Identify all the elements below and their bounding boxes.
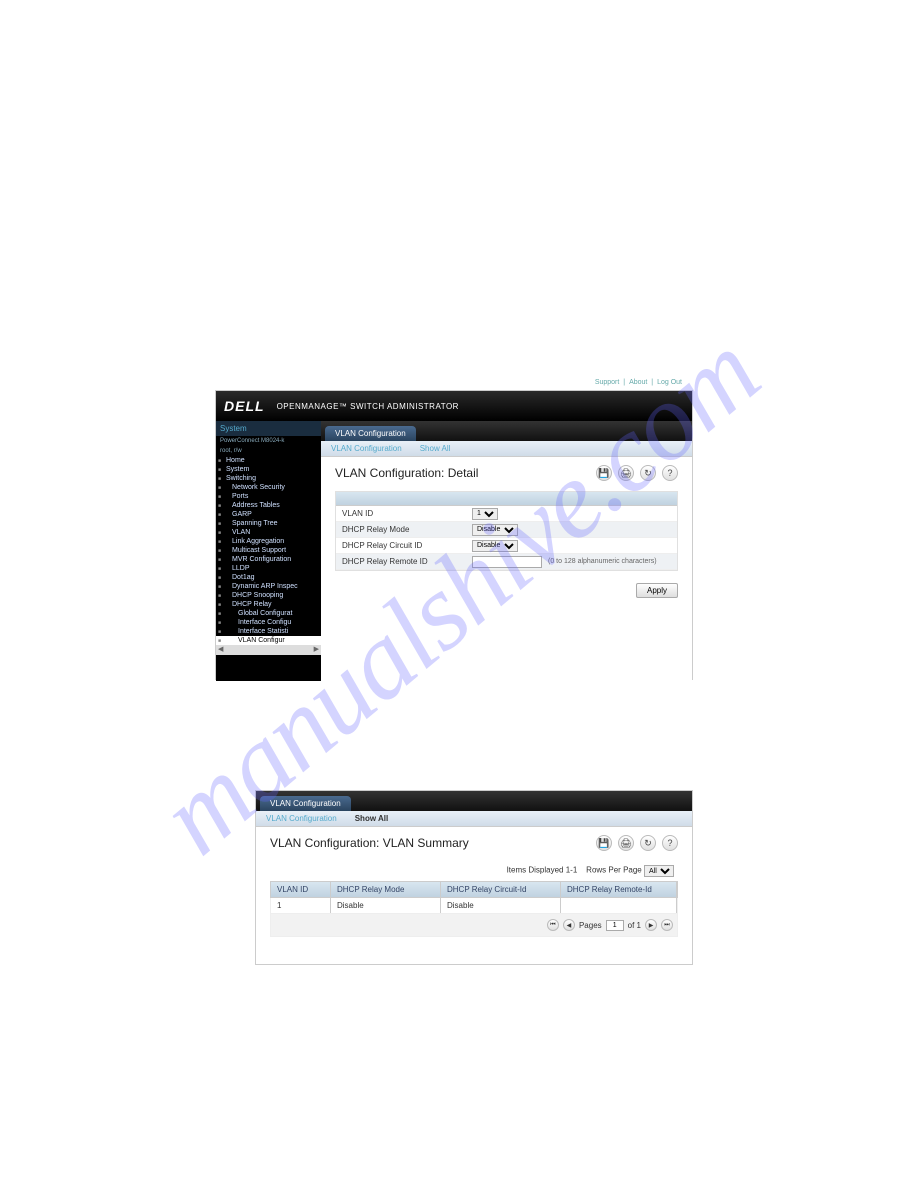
nav-dhcp-relay[interactable]: DHCP Relay <box>216 600 321 609</box>
nav-sidebar: System PowerConnect M8024-k root, r/w Ho… <box>216 421 321 681</box>
nav-switching[interactable]: Switching <box>216 474 321 483</box>
select-relay-mode[interactable]: Disable <box>472 524 518 536</box>
nav-home[interactable]: Home <box>216 456 321 465</box>
col-vlan-id[interactable]: VLAN ID <box>271 882 331 897</box>
form-header-bar <box>336 492 677 506</box>
top-bar: DELL OPENMANAGE™ SWITCH ADMINISTRATOR <box>216 391 692 421</box>
nav-network-security[interactable]: Network Security <box>216 483 321 492</box>
pager-prev-icon[interactable]: ◀ <box>563 919 575 931</box>
select-relay-circuit[interactable]: Disable <box>472 540 518 552</box>
nav-arp-inspect[interactable]: Dynamic ARP Inspec <box>216 582 321 591</box>
sidebar-user: root, r/w <box>216 446 321 456</box>
print-icon-2[interactable]: 🖨 <box>618 835 634 851</box>
label-relay-remote: DHCP Relay Remote ID <box>342 557 472 566</box>
nav-dhcp-snooping[interactable]: DHCP Snooping <box>216 591 321 600</box>
select-vlan-id[interactable]: 1 <box>472 508 498 520</box>
table-header: VLAN ID DHCP Relay Mode DHCP Relay Circu… <box>270 881 678 898</box>
pager: ⏮ ◀ Pages of 1 ▶ ⏭ <box>270 914 678 937</box>
brand-logo: DELL <box>224 398 265 414</box>
nav-multicast[interactable]: Multicast Support <box>216 546 321 555</box>
nav-garp[interactable]: GARP <box>216 510 321 519</box>
nav-global-config[interactable]: Global Configurat <box>216 609 321 618</box>
content-panel: VLAN Configuration VLAN Configuration Sh… <box>321 421 692 681</box>
cell-relay-remote <box>561 898 677 913</box>
nav-ports[interactable]: Ports <box>216 492 321 501</box>
screenshot-detail: Support | About | Log Out DELL OPENMANAG… <box>215 390 693 680</box>
app-title: OPENMANAGE™ SWITCH ADMINISTRATOR <box>277 402 459 411</box>
subtab-vlan-configuration[interactable]: VLAN Configuration <box>331 444 402 453</box>
input-relay-remote[interactable] <box>472 556 542 568</box>
items-displayed: Items Displayed 1-1 <box>507 866 578 875</box>
pager-next-icon[interactable]: ▶ <box>645 919 657 931</box>
nav-spanning-tree[interactable]: Spanning Tree <box>216 519 321 528</box>
table-info: Items Displayed 1-1 Rows Per Page All <box>270 861 678 881</box>
nav-dot1ag[interactable]: Dot1ag <box>216 573 321 582</box>
pager-last-icon[interactable]: ⏭ <box>661 919 673 931</box>
col-relay-mode[interactable]: DHCP Relay Mode <box>331 882 441 897</box>
about-link[interactable]: About <box>629 379 647 386</box>
nav-vlan-config[interactable]: VLAN Configur <box>216 636 321 645</box>
nav-link-agg[interactable]: Link Aggregation <box>216 537 321 546</box>
col-relay-circuit[interactable]: DHCP Relay Circuit-Id <box>441 882 561 897</box>
support-link[interactable]: Support <box>595 379 620 386</box>
refresh-icon[interactable]: ↻ <box>640 465 656 481</box>
pager-pages-label: Pages <box>579 921 602 930</box>
cell-relay-mode: Disable <box>331 898 441 913</box>
cell-relay-circuit: Disable <box>441 898 561 913</box>
help-icon-2[interactable]: ? <box>662 835 678 851</box>
hint-remote-id: (0 to 128 alphanumeric characters) <box>548 558 657 565</box>
screenshot-summary: VLAN Configuration VLAN Configuration Sh… <box>255 790 693 965</box>
col-relay-remote[interactable]: DHCP Relay Remote-Id <box>561 882 677 897</box>
save-icon-2[interactable]: 💾 <box>596 835 612 851</box>
sidebar-system-header: System <box>216 421 321 436</box>
pager-of-label: of 1 <box>628 921 641 930</box>
tab-vlan-configuration-2[interactable]: VLAN Configuration <box>260 796 351 811</box>
logout-link[interactable]: Log Out <box>657 379 682 386</box>
sidebar-device: PowerConnect M8024-k <box>216 436 321 446</box>
pager-first-icon[interactable]: ⏮ <box>547 919 559 931</box>
page-title-summary: VLAN Configuration: VLAN Summary <box>270 836 469 850</box>
nav-mvr[interactable]: MVR Configuration <box>216 555 321 564</box>
subtab-strip-2: VLAN Configuration Show All <box>256 811 692 827</box>
label-relay-mode: DHCP Relay Mode <box>342 525 472 534</box>
subtab-strip: VLAN Configuration Show All <box>321 441 692 457</box>
rows-per-page-label: Rows Per Page <box>586 866 642 875</box>
subtab-show-all-2[interactable]: Show All <box>355 814 388 823</box>
table-area: Items Displayed 1-1 Rows Per Page All VL… <box>270 861 678 937</box>
apply-button[interactable]: Apply <box>636 583 678 598</box>
toolbar: 💾 🖨 ↻ ? <box>596 465 678 481</box>
cell-vlan-id: 1 <box>271 898 331 913</box>
save-icon[interactable]: 💾 <box>596 465 612 481</box>
form-area: VLAN ID 1 DHCP Relay Mode Disable DHCP R… <box>335 491 678 571</box>
tab-strip-2: VLAN Configuration <box>256 791 692 811</box>
nav-interface-stats[interactable]: Interface Statisti <box>216 627 321 636</box>
tab-strip: VLAN Configuration <box>321 421 692 441</box>
subtab-vlan-configuration-2[interactable]: VLAN Configuration <box>266 814 337 823</box>
nav-interface-config[interactable]: Interface Configu <box>216 618 321 627</box>
toolbar-2: 💾 🖨 ↻ ? <box>596 835 678 851</box>
page-title: VLAN Configuration: Detail <box>335 466 478 480</box>
table-row: 1 Disable Disable <box>270 898 678 914</box>
nav-lldp[interactable]: LLDP <box>216 564 321 573</box>
nav-vlan[interactable]: VLAN <box>216 528 321 537</box>
nav-system[interactable]: System <box>216 465 321 474</box>
tab-vlan-configuration[interactable]: VLAN Configuration <box>325 426 416 441</box>
header-links: Support | About | Log Out <box>593 379 684 386</box>
label-relay-circuit: DHCP Relay Circuit ID <box>342 541 472 550</box>
print-icon[interactable]: 🖨 <box>618 465 634 481</box>
subtab-show-all[interactable]: Show All <box>420 444 451 453</box>
sidebar-scrollbar[interactable]: ◀▶ <box>216 645 321 655</box>
pager-page-input[interactable] <box>606 920 624 931</box>
help-icon[interactable]: ? <box>662 465 678 481</box>
label-vlan-id: VLAN ID <box>342 509 472 518</box>
rows-per-page-select[interactable]: All <box>644 865 674 877</box>
nav-address-tables[interactable]: Address Tables <box>216 501 321 510</box>
refresh-icon-2[interactable]: ↻ <box>640 835 656 851</box>
